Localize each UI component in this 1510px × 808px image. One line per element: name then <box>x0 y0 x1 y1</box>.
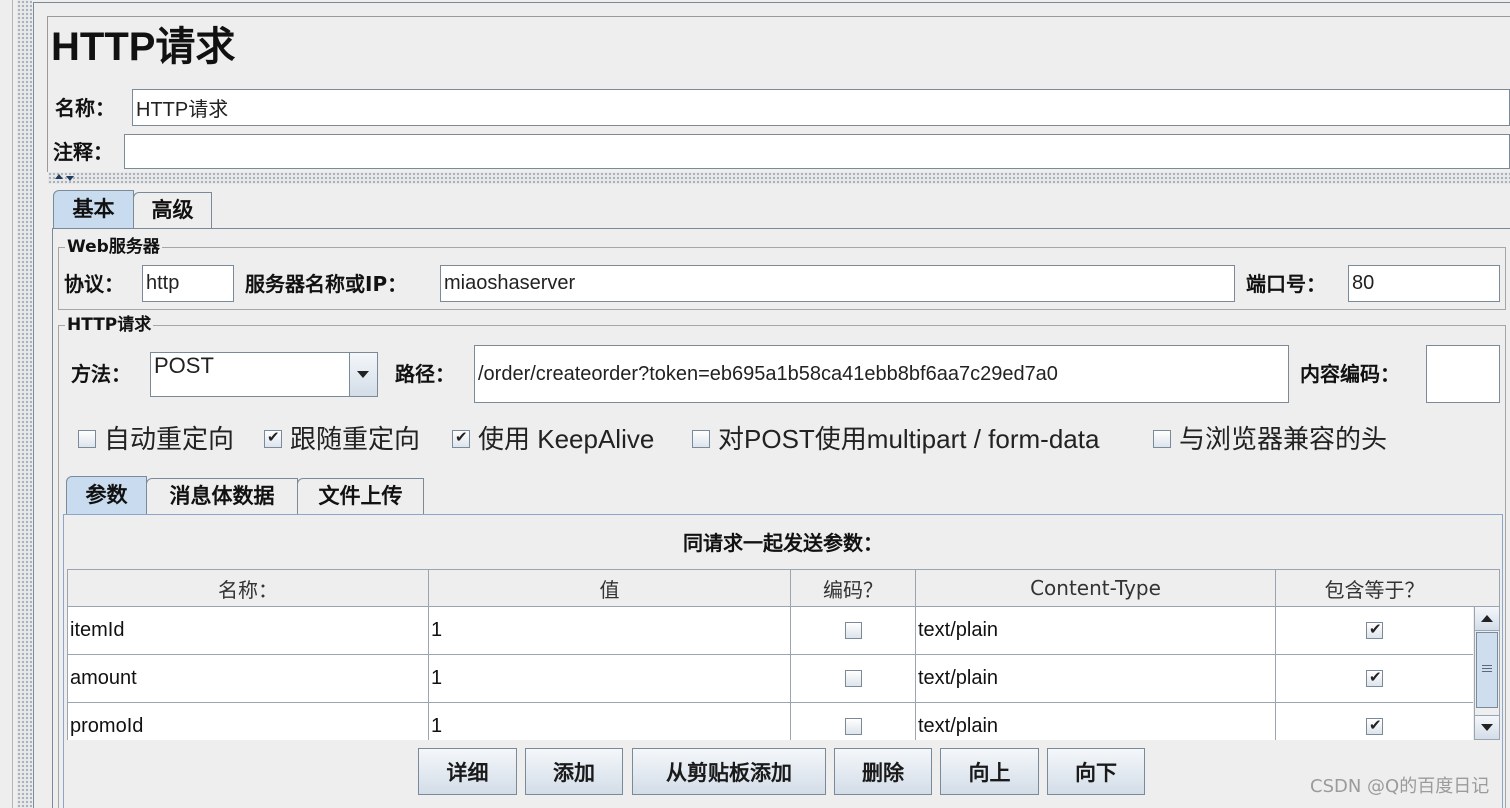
param-value-cell[interactable]: 1 <box>428 702 791 740</box>
method-label: 方法： <box>71 362 131 386</box>
param-encode-cell <box>790 654 916 703</box>
scroll-up-button[interactable] <box>1475 607 1499 631</box>
encode-checkbox[interactable] <box>844 622 862 640</box>
encode-checkbox[interactable] <box>844 670 862 688</box>
keepalive-checkbox[interactable] <box>452 428 470 448</box>
web-server-group-title: Web服务器 <box>65 236 162 258</box>
auto-redirect-label: 自动重定向 <box>104 424 235 454</box>
column-header-name[interactable]: 名称： <box>67 569 429 607</box>
keepalive-label: 使用 KeepAlive <box>478 424 655 454</box>
include-equals-checkbox[interactable] <box>1366 716 1383 736</box>
http-request-group-title: HTTP请求 <box>65 314 154 336</box>
path-field[interactable] <box>474 345 1289 403</box>
param-name-cell[interactable]: amount <box>67 654 429 703</box>
name-field[interactable] <box>132 89 1510 126</box>
column-header-value[interactable]: 值 <box>428 569 791 607</box>
delete-button[interactable]: 删除 <box>834 748 932 795</box>
table-header-row: 名称： 值 编码？ Content-Type 包含等于？ <box>67 569 1473 607</box>
tree-pane-edge <box>12 0 13 808</box>
param-encode-cell <box>790 606 916 655</box>
scroll-down-arrow-icon <box>1481 724 1493 731</box>
page-title: HTTP请求 <box>51 25 236 69</box>
chevron-down-icon <box>357 371 369 378</box>
browser-compatible-headers-label: 与浏览器兼容的头 <box>1179 424 1388 454</box>
collapse-splitter[interactable] <box>48 172 1510 184</box>
collapse-up-arrow-icon[interactable] <box>55 174 63 179</box>
tab-files-upload[interactable]: 文件上传 <box>297 478 424 515</box>
param-include-equals-cell <box>1275 654 1473 703</box>
tab-basic[interactable]: 基本 <box>53 190 134 229</box>
param-include-equals-cell <box>1275 606 1473 655</box>
comment-label: 注释： <box>53 140 113 164</box>
option-browser-compatible-headers[interactable]: 与浏览器兼容的头 <box>1153 424 1387 454</box>
move-up-button[interactable]: 向上 <box>940 748 1039 795</box>
column-header-content-type[interactable]: Content-Type <box>915 569 1276 607</box>
add-button[interactable]: 添加 <box>525 748 623 795</box>
grip-icon <box>1482 665 1492 673</box>
scroll-down-button[interactable] <box>1475 715 1499 739</box>
table-row[interactable]: itemId 1 text/plain <box>67 606 1473 655</box>
encode-checkbox[interactable] <box>844 718 862 736</box>
content-encoding-field[interactable] <box>1426 345 1500 403</box>
protocol-label: 协议： <box>64 272 124 296</box>
watermark: CSDN @Q的百度日记 <box>1310 776 1490 797</box>
method-select-value: POST <box>154 353 214 378</box>
split-pane-divider[interactable] <box>17 0 32 808</box>
param-content-type-cell[interactable]: text/plain <box>915 702 1276 740</box>
scroll-up-arrow-icon <box>1481 615 1493 622</box>
column-header-include-equals[interactable]: 包含等于？ <box>1275 569 1473 607</box>
browser-compatible-headers-checkbox[interactable] <box>1153 430 1171 448</box>
add-from-clipboard-button[interactable]: 从剪贴板添加 <box>632 748 826 795</box>
protocol-field[interactable] <box>142 265 234 302</box>
multipart-label: 对POST使用multipart / form-data <box>718 424 1100 454</box>
table-row[interactable]: promoId 1 text/plain <box>67 702 1473 740</box>
param-content-type-cell[interactable]: text/plain <box>915 654 1276 703</box>
port-field[interactable] <box>1348 265 1500 302</box>
param-content-type-cell[interactable]: text/plain <box>915 606 1276 655</box>
method-dropdown-button[interactable] <box>349 353 377 396</box>
scroll-thumb[interactable] <box>1476 632 1498 708</box>
http-request-sampler-panel: HTTP请求 名称： 注释： 基本 高级 Web服务器 协议： 服务器名称或IP… <box>0 0 1510 808</box>
comment-field[interactable] <box>124 134 1510 169</box>
parameters-table: 名称： 值 编码？ Content-Type 包含等于？ itemId 1 te… <box>67 569 1473 740</box>
tab-body-data[interactable]: 消息体数据 <box>146 478 298 515</box>
path-label: 路径： <box>395 362 455 386</box>
server-name-label: 服务器名称或IP： <box>245 272 408 296</box>
option-auto-redirect[interactable]: 自动重定向 <box>78 424 234 454</box>
tab-advanced[interactable]: 高级 <box>133 192 212 229</box>
table-header-corner <box>1472 569 1500 607</box>
param-include-equals-cell <box>1275 702 1473 740</box>
option-multipart[interactable]: 对POST使用multipart / form-data <box>692 424 1099 454</box>
follow-redirects-label: 跟随重定向 <box>290 424 421 454</box>
include-equals-checkbox[interactable] <box>1366 668 1383 688</box>
column-header-encode[interactable]: 编码？ <box>790 569 916 607</box>
option-keepalive[interactable]: 使用 KeepAlive <box>452 424 654 454</box>
parameters-heading: 同请求一起发送参数： <box>683 531 883 555</box>
multipart-checkbox[interactable] <box>692 430 710 448</box>
param-name-cell[interactable]: itemId <box>67 606 429 655</box>
follow-redirects-checkbox[interactable] <box>264 428 282 448</box>
detail-button[interactable]: 详细 <box>418 748 517 795</box>
table-row[interactable]: amount 1 text/plain <box>67 654 1473 703</box>
vertical-scrollbar[interactable] <box>1474 606 1500 740</box>
content-encoding-label: 内容编码： <box>1300 362 1400 386</box>
name-label: 名称： <box>55 96 115 120</box>
port-label: 端口号： <box>1246 272 1326 296</box>
param-encode-cell <box>790 702 916 740</box>
include-equals-checkbox[interactable] <box>1366 620 1383 640</box>
param-value-cell[interactable]: 1 <box>428 654 791 703</box>
param-name-cell[interactable]: promoId <box>67 702 429 740</box>
auto-redirect-checkbox[interactable] <box>78 430 96 448</box>
collapse-down-arrow-icon[interactable] <box>66 176 74 181</box>
option-follow-redirects[interactable]: 跟随重定向 <box>264 424 420 454</box>
method-select[interactable]: POST <box>150 352 378 397</box>
tab-parameters[interactable]: 参数 <box>66 476 147 515</box>
param-value-cell[interactable]: 1 <box>428 606 791 655</box>
move-down-button[interactable]: 向下 <box>1047 748 1145 795</box>
server-name-field[interactable] <box>440 265 1235 302</box>
